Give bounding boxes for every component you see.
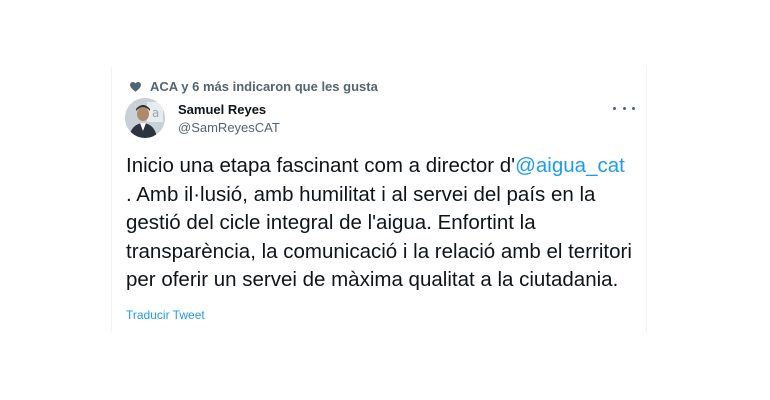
author-handle[interactable]: @SamReyesCAT <box>178 120 280 135</box>
author-name[interactable]: Samuel Reyes <box>178 102 266 117</box>
tweet-text-rest: . Amb il·lusió, amb humilitat i al serve… <box>126 182 632 292</box>
avatar-image: a <box>125 98 165 138</box>
tweet-text: Inicio una etapa fascinant com a directo… <box>126 152 638 295</box>
tweet-card[interactable]: ACA y 6 más indicaron que les gusta a Sa… <box>111 67 647 332</box>
social-context[interactable]: ACA y 6 más indicaron que les gusta <box>129 79 378 94</box>
more-dot <box>622 106 626 110</box>
more-dot <box>613 106 616 110</box>
mention-link[interactable]: @aigua_cat <box>515 154 625 177</box>
translate-link[interactable]: Traducir Tweet <box>126 308 205 322</box>
more-horizontal-icon[interactable] <box>613 101 635 115</box>
avatar[interactable]: a <box>125 98 165 138</box>
svg-text:a: a <box>152 106 159 120</box>
more-dot <box>632 106 635 110</box>
social-context-text: ACA y 6 más indicaron que les gusta <box>150 79 378 94</box>
heart-icon <box>130 81 141 92</box>
tweet-text-start: Inicio una etapa fascinant com a directo… <box>126 154 516 177</box>
